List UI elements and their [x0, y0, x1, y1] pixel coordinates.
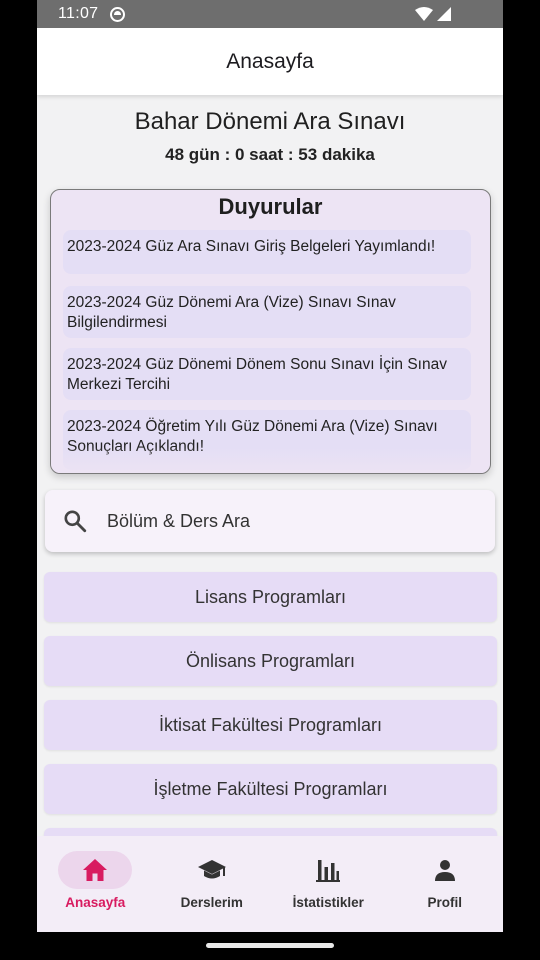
- status-time: 11:07: [58, 5, 99, 22]
- app-bar: Anasayfa: [37, 28, 503, 95]
- nav-item-home[interactable]: Anasayfa: [37, 836, 154, 932]
- announcement-item[interactable]: 2023-2024 Güz Dönemi Dönem Sonu Sınavı İ…: [63, 348, 471, 400]
- nav-item-statistics[interactable]: İstatistikler: [270, 836, 387, 932]
- exam-countdown: 48 gün : 0 saat : 53 dakika: [165, 145, 375, 164]
- search-icon: [64, 510, 87, 533]
- announcement-item[interactable]: 2023-2024 Güz Dönemi Ara (Vize) Sınavı S…: [63, 286, 471, 338]
- signal-icon: [437, 7, 451, 21]
- nav-label: Derslerim: [180, 895, 243, 910]
- program-button-isletme[interactable]: İşletme Fakültesi Programları: [44, 764, 497, 814]
- person-icon: [434, 860, 455, 881]
- program-button-onlisans[interactable]: Önlisans Programları: [44, 636, 497, 686]
- announcement-item[interactable]: 2023-2024 Güz Ara Sınavı Giriş Belgeleri…: [63, 230, 471, 274]
- nav-indicator: [58, 851, 133, 889]
- exam-title: Bahar Dönemi Ara Sınavı: [134, 108, 406, 135]
- status-bar: 11:07: [37, 0, 503, 28]
- search-placeholder: Bölüm & Ders Ara: [107, 510, 251, 531]
- nav-label: Profil: [427, 895, 462, 910]
- search-bar[interactable]: Bölüm & Ders Ara: [45, 490, 495, 552]
- bar-chart-icon: [316, 860, 341, 882]
- status-icons: [415, 7, 451, 21]
- announcements-title: Duyurular: [218, 194, 323, 219]
- page-title: Anasayfa: [226, 49, 314, 73]
- program-button-lisans[interactable]: Lisans Programları: [44, 572, 497, 622]
- school-icon: [197, 860, 226, 879]
- nav-indicator: [291, 851, 365, 889]
- wifi-icon: [415, 7, 433, 21]
- sync-icon: [110, 6, 126, 22]
- nav-indicator: [175, 851, 249, 889]
- nav-item-courses[interactable]: Derslerim: [154, 836, 271, 932]
- home-icon: [83, 859, 108, 881]
- nav-label: Anasayfa: [65, 895, 126, 910]
- nav-item-profile[interactable]: Profil: [387, 836, 504, 932]
- gesture-bar[interactable]: [206, 943, 334, 948]
- announcements-card[interactable]: Duyurular 2023-2024 Güz Ara Sınavı Giriş…: [50, 189, 491, 474]
- nav-indicator: [408, 851, 482, 889]
- bottom-nav: Anasayfa Derslerim İstatistikler Profil: [37, 836, 503, 932]
- app-screen: Anasayfa Bahar Dönemi Ara Sınavı 48 gün …: [37, 28, 503, 932]
- scroll-fade: [51, 447, 490, 473]
- program-button-iktisat[interactable]: İktisat Fakültesi Programları: [44, 700, 497, 750]
- nav-label: İstatistikler: [292, 895, 364, 910]
